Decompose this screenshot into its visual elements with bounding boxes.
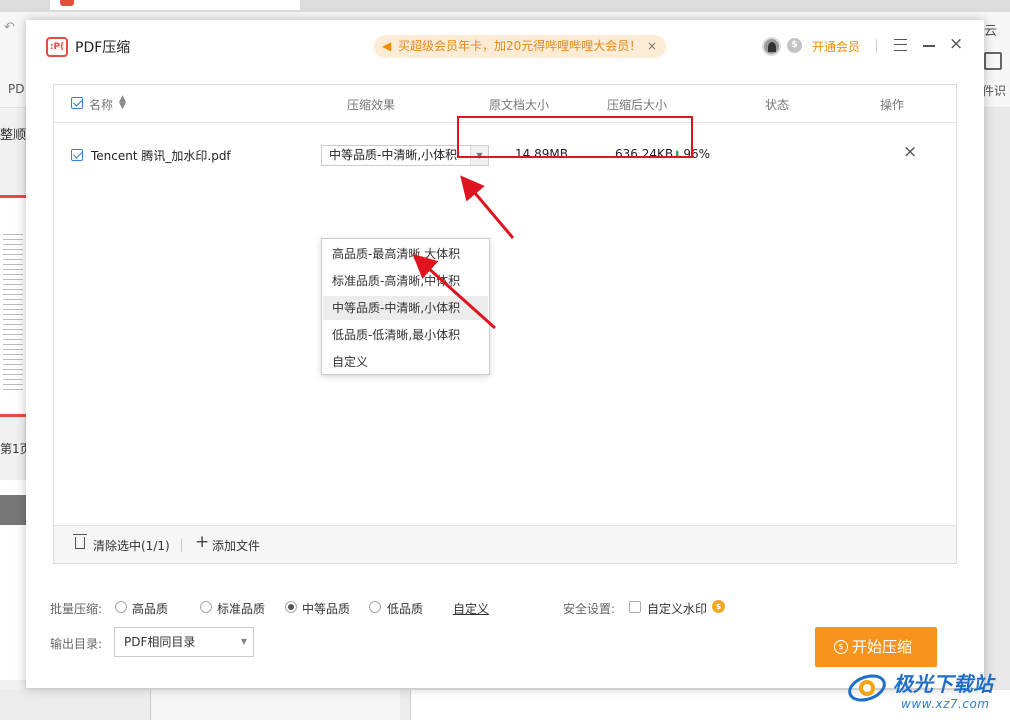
pdf-logo-icon: :P( [46, 37, 68, 57]
watermark-title: 极光下载站 [893, 672, 993, 696]
column-status: 状态 [765, 98, 790, 112]
batch-compress-label: 批量压缩: [50, 602, 103, 616]
batch-radio-medium[interactable] [285, 601, 297, 613]
column-orig-size: 原文档大小 [489, 98, 550, 112]
table-footer: 清除选中(1/1) + 添加文件 [54, 525, 956, 563]
dialog-titlebar: :P( PDF压缩 ◀ 买超级会员年卡，加20元得哔哩哔哩大会员！ × $ 开通… [26, 20, 984, 72]
quality-option-low[interactable]: 低品质-低清晰,最小体积 [323, 323, 488, 347]
custom-watermark-checkbox[interactable] [629, 601, 641, 613]
add-file-button[interactable]: 添加文件 [212, 537, 260, 554]
close-icon[interactable]: × [949, 36, 963, 53]
output-dir-label: 输出目录: [50, 637, 103, 651]
dialog-title: PDF压缩 [75, 40, 131, 56]
background-sort-label: 整顺 [0, 128, 27, 143]
column-compressed-size: 压缩后大小 [607, 98, 668, 112]
output-dir-value: PDF相同目录 [124, 635, 196, 649]
menu-icon[interactable] [894, 39, 907, 51]
sort-icon[interactable]: ▲ ▼ [119, 95, 126, 111]
row-checkbox[interactable] [71, 149, 83, 161]
batch-option-high[interactable]: 高品质 [132, 600, 168, 617]
file-name: Tencent 腾讯_加水印.pdf [91, 149, 231, 163]
background-tab[interactable] [50, 0, 300, 10]
minimize-icon[interactable] [923, 45, 935, 47]
quality-option-standard[interactable]: 标准品质-高清晰,中体积 [323, 269, 488, 293]
custom-settings-link[interactable]: 自定义 [453, 600, 489, 617]
coin-icon: $ [834, 640, 848, 654]
promo-close-icon[interactable]: × [647, 35, 657, 58]
plus-icon[interactable]: + [195, 532, 209, 552]
page-thumbnail-text [3, 230, 23, 390]
undo-icon[interactable]: ↶ [4, 20, 15, 35]
column-effect: 压缩效果 [347, 98, 396, 112]
batch-option-medium[interactable]: 中等品质 [302, 600, 350, 617]
remove-row-icon[interactable]: × [903, 142, 917, 162]
speaker-icon: ◀ [382, 39, 392, 53]
annotation-highlight-box [457, 116, 693, 158]
column-action: 操作 [880, 98, 905, 112]
custom-watermark-label[interactable]: 自定义水印 [647, 600, 707, 617]
footer-divider [181, 539, 182, 552]
batch-option-low[interactable]: 低品质 [387, 600, 423, 617]
tab-indicator [60, 0, 74, 6]
background-ocr-label: 件识 [982, 84, 1007, 98]
quality-option-custom[interactable]: 自定义 [323, 350, 488, 374]
titlebar-divider [876, 39, 877, 53]
batch-radio-high[interactable] [115, 601, 127, 613]
promo-banner[interactable]: ◀ 买超级会员年卡，加20元得哔哩哔哩大会员！ × [374, 35, 666, 58]
output-dir-select[interactable]: PDF相同目录 ▼ [114, 627, 254, 657]
background-cloud-label: 云 [984, 24, 998, 39]
scan-icon[interactable] [984, 52, 1002, 70]
start-compress-label: 开始压缩 [852, 638, 913, 656]
promo-text: 买超级会员年卡，加20元得哔哩哔哩大会员！ [398, 39, 642, 53]
quality-option-high[interactable]: 高品质-最高清晰,大体积 [323, 242, 488, 266]
batch-radio-standard[interactable] [200, 601, 212, 613]
background-toolbar-label: PD [8, 82, 25, 96]
avatar[interactable] [762, 37, 781, 56]
quality-option-medium[interactable]: 中等品质-中清晰,小体积 [323, 296, 488, 320]
batch-option-standard[interactable]: 标准品质 [217, 600, 265, 617]
quality-select-value: 中等品质-中清晰,小体积 [329, 148, 458, 162]
vip-coin-icon: $ [712, 600, 725, 613]
page-thumbnail-2-image [0, 495, 26, 525]
clear-selected-button[interactable]: 清除选中(1/1) [93, 537, 170, 554]
column-name[interactable]: 名称 [89, 96, 113, 113]
security-settings-label: 安全设置: [563, 602, 616, 616]
coin-icon: $ [787, 38, 802, 53]
chevron-down-icon[interactable]: ▼ [241, 628, 247, 656]
site-logo-icon [848, 674, 886, 702]
quality-dropdown-menu: 高品质-最高清晰,大体积 标准品质-高清晰,中体积 中等品质-中清晰,小体积 低… [321, 238, 490, 375]
open-vip-link[interactable]: 开通会员 [812, 38, 860, 55]
watermark-url: www.xz7.com [901, 697, 990, 711]
batch-radio-low[interactable] [369, 601, 381, 613]
background-tabbar [0, 0, 1010, 12]
select-all-checkbox[interactable] [71, 97, 83, 109]
trash-icon[interactable] [73, 534, 87, 549]
start-compress-button[interactable]: $ 开始压缩 [815, 627, 937, 667]
background-panel [150, 690, 400, 720]
